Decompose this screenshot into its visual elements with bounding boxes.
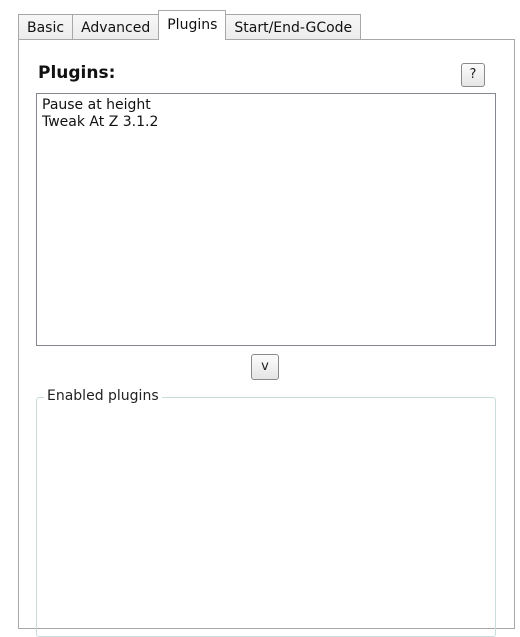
tab-plugins[interactable]: Plugins <box>158 10 227 40</box>
tab-basic[interactable]: Basic <box>18 14 74 40</box>
plugin-list-item[interactable]: Tweak At Z 3.1.2 <box>42 114 490 131</box>
available-plugins-list[interactable]: Pause at height Tweak At Z 3.1.2 <box>36 93 496 346</box>
tab-start-end-gcode[interactable]: Start/End-GCode <box>225 14 362 40</box>
tab-advanced[interactable]: Advanced <box>72 14 160 40</box>
help-button[interactable]: ? <box>461 63 485 87</box>
tab-bar: Basic Advanced Plugins Start/End-GCode <box>18 10 362 40</box>
plugins-heading: Plugins: <box>38 63 116 83</box>
plugin-list-item[interactable]: Pause at height <box>42 97 490 114</box>
enabled-plugins-group[interactable] <box>36 397 496 637</box>
enabled-plugins-legend: Enabled plugins <box>44 387 162 405</box>
add-plugin-button[interactable]: v <box>251 354 279 380</box>
